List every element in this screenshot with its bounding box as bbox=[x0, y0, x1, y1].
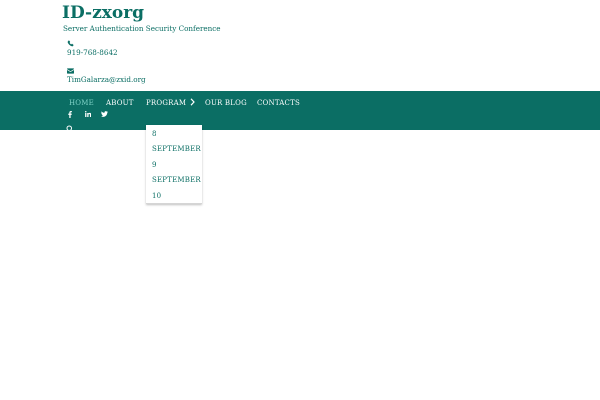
dropdown-day-9[interactable]: 9 bbox=[152, 160, 157, 170]
dropdown-month-september-2[interactable]: SEPTEMBER bbox=[152, 175, 201, 185]
nav-home[interactable]: HOME bbox=[69, 98, 94, 108]
dropdown-month-september-1[interactable]: SEPTEMBER bbox=[152, 144, 201, 154]
phone-icon bbox=[67, 40, 74, 47]
search-icon[interactable] bbox=[66, 125, 74, 133]
page: ID-zxorg Server Authentication Security … bbox=[0, 0, 600, 400]
site-title[interactable]: ID-zxorg bbox=[62, 3, 144, 23]
program-dropdown: 8 SEPTEMBER 9 SEPTEMBER 10 bbox=[146, 125, 202, 204]
envelope-icon bbox=[67, 68, 74, 74]
linkedin-icon[interactable] bbox=[85, 111, 91, 117]
email-address[interactable]: TimGalarza@zxid.org bbox=[67, 75, 146, 85]
dropdown-day-10[interactable]: 10 bbox=[152, 191, 161, 201]
nav-contacts[interactable]: CONTACTS bbox=[257, 98, 300, 108]
twitter-icon[interactable] bbox=[101, 111, 108, 117]
nav-program[interactable]: PROGRAM bbox=[146, 98, 196, 108]
main-navbar: HOME ABOUT PROGRAM OUR BLOG CONTACTS bbox=[0, 91, 600, 133]
phone-number[interactable]: 919-768-8642 bbox=[67, 48, 118, 58]
nav-program-label: PROGRAM bbox=[146, 99, 187, 107]
dropdown-day-8[interactable]: 8 bbox=[152, 129, 157, 139]
chevron-right-icon bbox=[190, 98, 196, 106]
site-tagline: Server Authentication Security Conferenc… bbox=[63, 24, 221, 33]
facebook-icon[interactable] bbox=[68, 111, 72, 118]
nav-about[interactable]: ABOUT bbox=[106, 98, 134, 108]
nav-our-blog[interactable]: OUR BLOG bbox=[205, 98, 247, 108]
